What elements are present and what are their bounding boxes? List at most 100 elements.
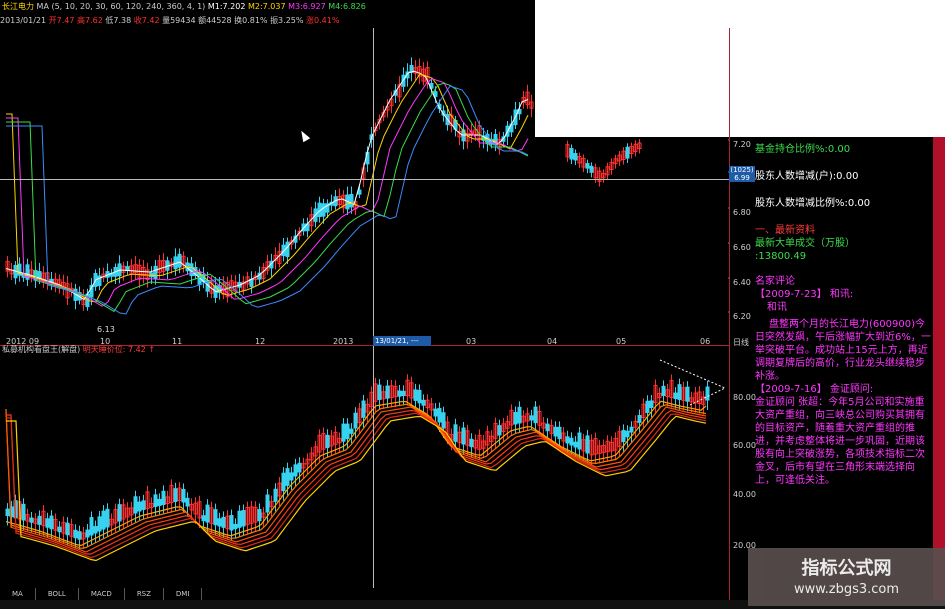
indicator-title: 私募机构看盘王(解盘) 明天睡价位: 7.42 ↑ [2,344,155,355]
indicator-bar [205,504,210,523]
big-order-label: 最新大单成交（万股） [755,238,855,249]
watermark: 指标公式网 www.zbgs3.com [748,548,945,606]
indicator-bar [229,514,234,531]
watermark-title: 指标公式网 [801,558,892,579]
indicator-bar [5,508,10,517]
indicator-bar [161,490,166,506]
indicator-bar [185,497,190,507]
indicator-bar [557,426,562,440]
indicator-bar [293,464,298,477]
indicator-bar [417,389,422,404]
indicator-tick-label: 40.00 [733,490,756,499]
fund-ratio: 基金持仓比例%:0.00 [755,144,851,155]
candle-body [569,147,574,160]
indicator-bar [281,472,286,492]
tab-ma[interactable]: MA [0,588,36,600]
indicator-bar [649,400,654,408]
latest-header: 一、最新资料 [755,225,815,236]
indicator-bar [645,400,650,414]
date-highlight: 13/01/21, --- [373,336,431,346]
candle-body [125,266,130,271]
tab-macd[interactable]: MACD [79,588,125,600]
indicator-bar [133,496,138,514]
comment1-text: 盘整两个月的长江电力(600900)今日突然发飙，午后涨幅扩大到近6%，一举突破… [755,319,931,382]
crosshair-price-box: (1025) 6.99 [729,166,755,182]
price-tick-label: 6.40 [733,278,751,287]
indicator-bar [297,462,302,473]
indicator-bar [341,423,346,442]
indicator-bar [217,518,222,527]
comment2-date: 【2009-7-16】 金证顾问: [755,384,874,395]
indicator-bar [105,508,110,528]
indicator-tick-label: 80.00 [733,393,756,402]
indicator-bar [201,515,206,522]
indicator-tick-label: 60.00 [733,441,756,450]
candle-body [285,241,290,258]
candle-body [589,165,594,173]
indicator-bar [173,488,178,502]
x-tick-label: 05 [616,337,627,346]
indicator-bar [117,504,122,522]
indicator-bar [705,386,710,401]
x-tick-label: 11 [172,337,183,346]
comment1-date: 【2009-7-23】 和讯: [755,289,854,300]
holders-change-ratio: 股东人数增减比例%:0.00 [755,198,871,209]
indicator-bar [673,392,678,400]
candle-body [153,265,158,279]
period-label[interactable]: 日线 [733,337,749,348]
x-tick-label: 2013 [333,337,354,346]
indicator-bar [237,510,242,528]
comment2-text: 金证顾问 张超：今年5月公司和实施重大资产重组，向三峡总公司购买其拥有的目标资产… [755,397,925,486]
indicator-bar [497,425,502,436]
indicator-bar [213,509,218,526]
tab-rsz[interactable]: RSZ [125,588,164,600]
indicator-name: 私募机构看盘王(解盘) [2,345,81,354]
indicator-bar [397,390,402,397]
indicator-bar [265,494,270,513]
indicator-bar [461,427,466,445]
price-tick-label: 7.20 [733,140,751,149]
tab-dmi[interactable]: DMI [164,588,203,600]
x-tick-label: 03 [466,337,477,346]
indicator-bar [153,494,158,507]
x-tick-label: 12 [255,337,266,346]
indicator-bar [569,437,574,446]
indicator-bar [361,400,366,418]
indicator-bar [49,515,54,530]
indicator-bar [565,436,570,444]
tab-boll[interactable]: BOLL [36,588,79,600]
indicator-line: 明天睡价位: 7.42 ↑ [82,345,156,354]
indicator-bar [677,384,682,401]
indicator-bar [513,411,518,425]
price-tick-label: 6.80 [733,208,751,217]
indicator-bar [413,389,418,401]
x-tick-label: 06 [700,337,711,346]
indicator-bar [545,423,550,432]
indicator-bar [89,517,94,536]
candle-body [433,91,438,97]
crosshair-vertical [373,28,374,588]
indicator-bar [45,518,50,528]
indicator-bar [273,488,278,502]
indicator-bar [37,515,42,525]
indicator-bar [97,516,102,532]
indicator-bar [573,441,578,448]
indicator-bar [85,529,90,538]
vertical-scrollbar[interactable] [933,137,945,600]
kline-chart[interactable] [0,0,730,585]
indicator-bar [401,390,406,396]
candle-body [625,146,630,159]
candle-body [585,163,590,169]
x-tick-label: 04 [547,337,558,346]
watermark-url: www.zbgs3.com [793,582,900,597]
comment1-source: 和讯 [767,302,787,313]
holders-change: 股东人数增减(户):0.00 [755,171,859,182]
indicator-bar [517,406,522,424]
indicator-bar [257,509,262,522]
indicator-bar [685,386,690,402]
candle-body [357,189,362,195]
indicator-bar [629,426,634,433]
price-box-top: (1025) [730,166,754,174]
indicator-bar [29,517,34,523]
indicator-bar [377,384,382,401]
